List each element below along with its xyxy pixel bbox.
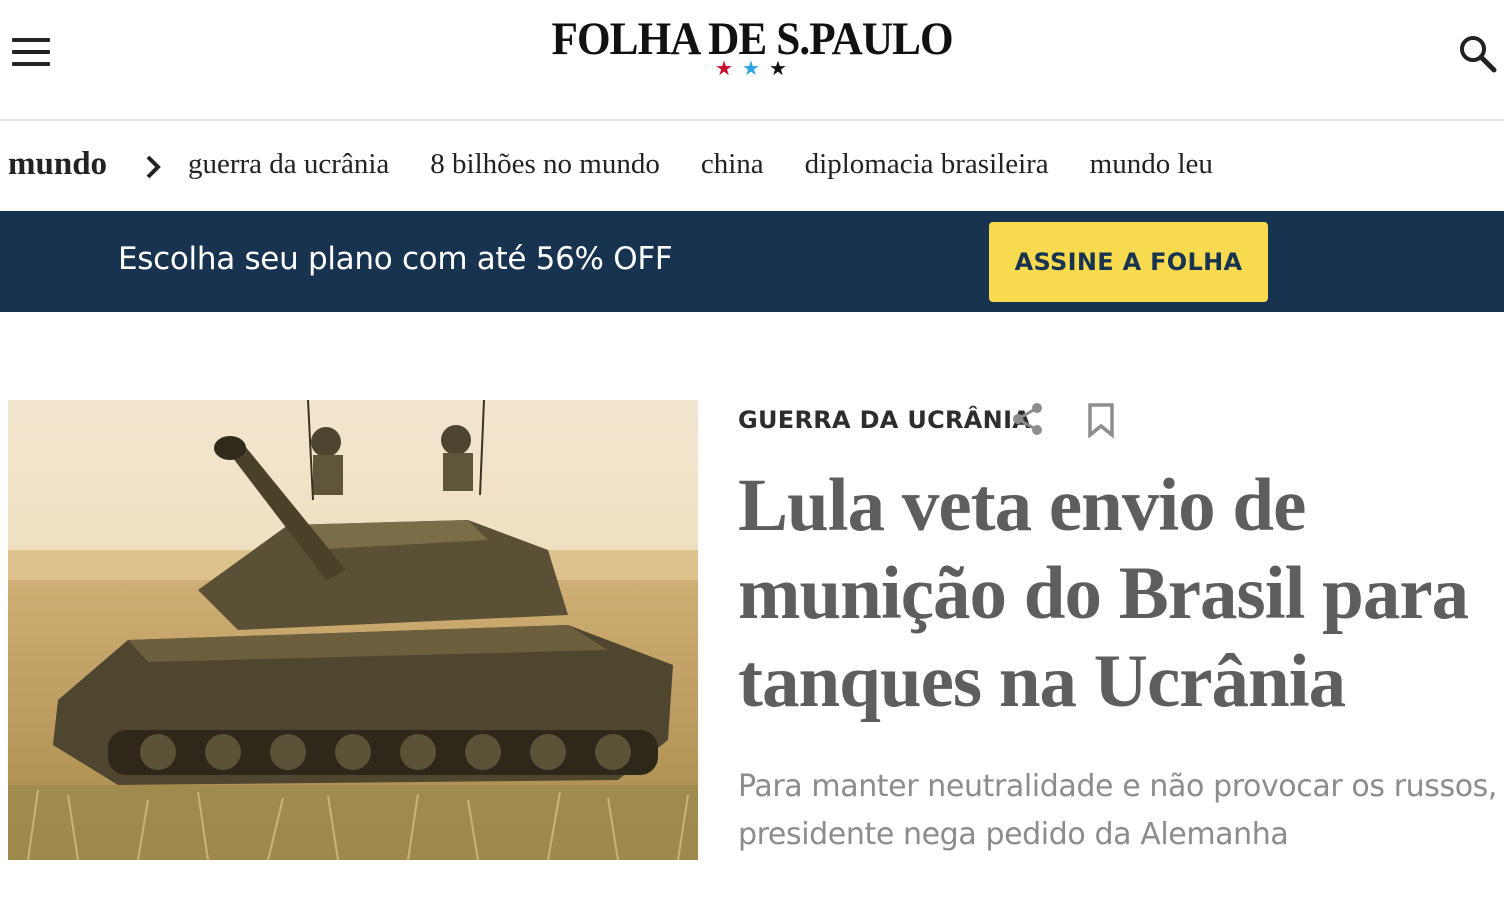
article-kicker[interactable]: GUERRA DA UCRÂNIA xyxy=(738,406,1031,434)
article-standfirst: Para manter neutralidade e não provocar … xyxy=(738,769,1498,852)
subnav-link-china[interactable]: china xyxy=(701,148,764,181)
chevron-right-icon xyxy=(144,153,162,186)
section-nav: mundo guerra da ucrânia 8 bilhões no mun… xyxy=(0,121,1504,211)
subnav-link-guerra-da-ucrania[interactable]: guerra da ucrânia xyxy=(188,148,389,181)
search-icon[interactable] xyxy=(1458,34,1498,74)
subnav-link-diplomacia-brasileira[interactable]: diplomacia brasileira xyxy=(805,148,1049,181)
bookmark-icon[interactable] xyxy=(1085,402,1119,439)
black-star-icon: ★ xyxy=(768,58,789,80)
share-icon[interactable] xyxy=(1010,401,1046,437)
promo-text: Escolha seu plano com até 56% OFF xyxy=(118,241,673,277)
subnav-link-mundo-leu[interactable]: mundo leu xyxy=(1090,148,1213,181)
article-meta: GUERRA DA UCRÂNIA xyxy=(738,400,1478,444)
section-title-mundo[interactable]: mundo xyxy=(8,146,107,183)
subscribe-button[interactable]: ASSINE A FOLHA xyxy=(989,222,1268,302)
blue-star-icon: ★ xyxy=(742,58,762,80)
subscription-banner: Escolha seu plano com até 56% OFF ASSINE… xyxy=(0,211,1504,312)
tank-with-soldiers-photo[interactable] xyxy=(8,400,698,860)
logo-stars: ★ ★ ★ xyxy=(0,56,1504,81)
article-headline[interactable]: Lula veta envio de munição do Brasil par… xyxy=(738,462,1498,726)
red-star-icon: ★ xyxy=(715,58,736,80)
subnav-link-8-bilhoes[interactable]: 8 bilhões no mundo xyxy=(430,148,660,181)
subsection-links: guerra da ucrânia 8 bilhões no mundo chi… xyxy=(188,148,1213,181)
site-header: FOLHA DE S.PAULO ★ ★ ★ xyxy=(0,0,1504,121)
